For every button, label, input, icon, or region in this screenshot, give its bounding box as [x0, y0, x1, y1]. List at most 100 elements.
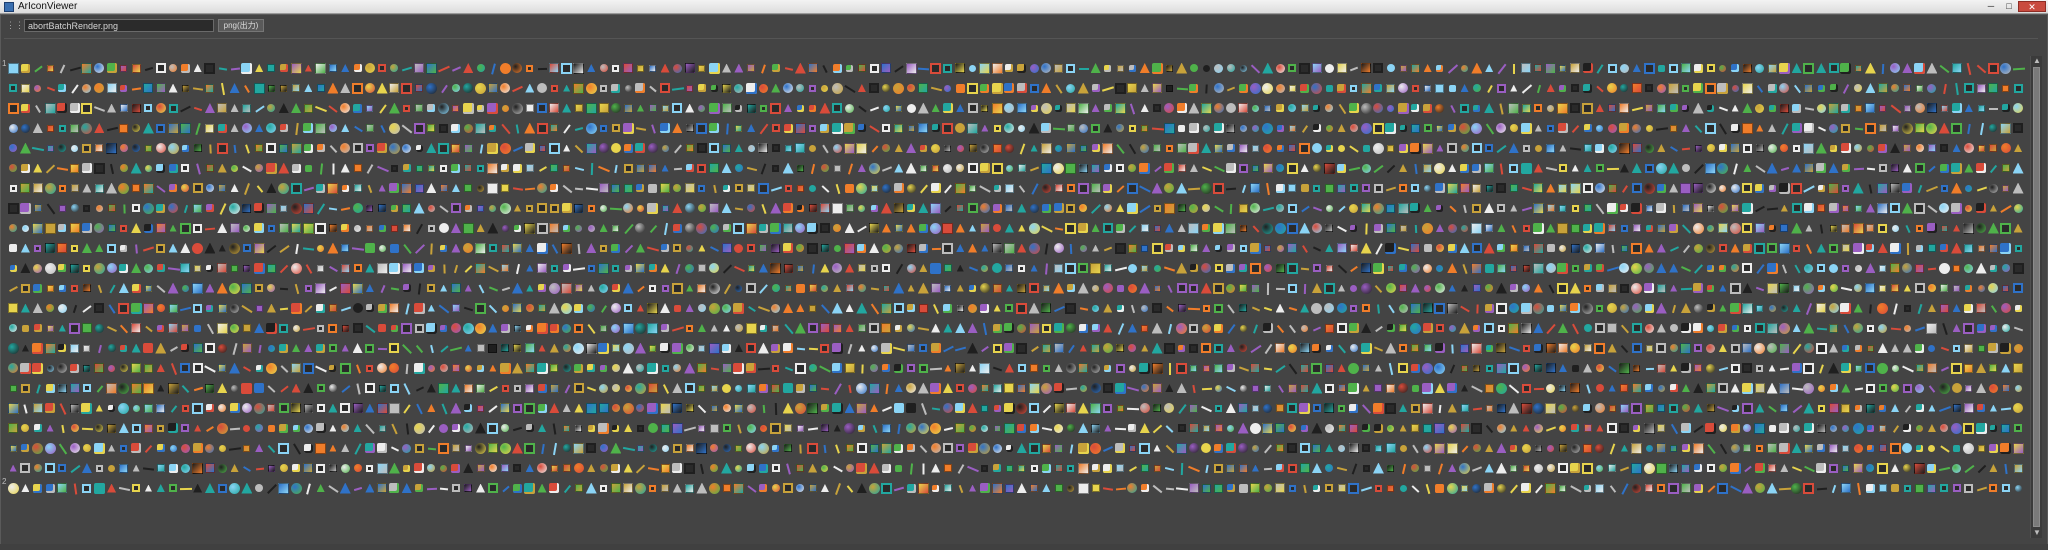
- tool-icon[interactable]: [870, 204, 878, 212]
- tool-icon[interactable]: [2013, 283, 2024, 293]
- tool-icon[interactable]: [992, 203, 1002, 213]
- tool-icon[interactable]: [1766, 322, 1778, 334]
- tool-icon[interactable]: [329, 364, 337, 372]
- tool-icon[interactable]: [979, 62, 991, 74]
- tool-icon[interactable]: [831, 202, 843, 214]
- tool-icon[interactable]: [71, 244, 79, 252]
- tool-icon[interactable]: [783, 303, 794, 313]
- tool-icon[interactable]: [1471, 143, 1482, 153]
- tool-icon[interactable]: [796, 424, 804, 432]
- tool-icon[interactable]: [143, 83, 154, 93]
- tool-icon[interactable]: [722, 83, 732, 93]
- tool-icon[interactable]: [1643, 182, 1655, 194]
- tool-icon[interactable]: [1570, 485, 1582, 493]
- tool-icon[interactable]: [205, 164, 214, 172]
- tool-icon[interactable]: [1534, 104, 1543, 112]
- tool-icon[interactable]: [1054, 364, 1063, 372]
- tool-icon[interactable]: [734, 324, 743, 332]
- tool-icon[interactable]: [933, 304, 940, 314]
- tool-icon[interactable]: [1964, 303, 1974, 313]
- tool-icon[interactable]: [1546, 244, 1555, 252]
- tool-icon[interactable]: [761, 163, 767, 175]
- tool-icon[interactable]: [1189, 323, 1199, 333]
- tool-icon[interactable]: [340, 103, 351, 113]
- tool-icon[interactable]: [919, 184, 928, 194]
- tool-icon[interactable]: [107, 224, 116, 232]
- tool-icon[interactable]: [1803, 185, 1816, 193]
- tool-icon[interactable]: [57, 303, 67, 313]
- tool-icon[interactable]: [1816, 327, 1827, 331]
- tool-icon[interactable]: [1042, 284, 1050, 292]
- tool-icon[interactable]: [1742, 183, 1753, 193]
- tool-icon[interactable]: [907, 124, 915, 132]
- tool-icon[interactable]: [487, 102, 499, 114]
- tool-icon[interactable]: [1251, 306, 1261, 312]
- tool-icon[interactable]: [401, 182, 413, 194]
- tool-icon[interactable]: [1692, 442, 1704, 454]
- tool-icon[interactable]: [156, 264, 165, 272]
- tool-icon[interactable]: [414, 63, 425, 73]
- tool-icon[interactable]: [525, 164, 534, 172]
- tool-icon[interactable]: [303, 247, 315, 251]
- tool-icon[interactable]: [1607, 343, 1617, 353]
- tool-icon[interactable]: [413, 302, 425, 314]
- tool-icon[interactable]: [1422, 222, 1434, 234]
- tool-icon[interactable]: [19, 202, 31, 214]
- tool-icon[interactable]: [1325, 244, 1334, 252]
- tool-icon[interactable]: [1201, 483, 1211, 493]
- tool-icon[interactable]: [513, 324, 521, 332]
- tool-icon[interactable]: [1964, 343, 1974, 353]
- tool-icon[interactable]: [1840, 286, 1852, 292]
- tool-icon[interactable]: [255, 304, 263, 312]
- tool-icon[interactable]: [1276, 144, 1284, 152]
- tool-icon[interactable]: [193, 303, 203, 313]
- tool-icon[interactable]: [550, 124, 559, 132]
- tool-icon[interactable]: [1117, 323, 1124, 335]
- tool-icon[interactable]: [1041, 443, 1051, 453]
- tool-icon[interactable]: [1495, 362, 1507, 374]
- tool-icon[interactable]: [1866, 324, 1874, 332]
- tool-icon[interactable]: [44, 342, 56, 354]
- tool-icon[interactable]: [1176, 487, 1189, 491]
- tool-icon[interactable]: [33, 204, 42, 212]
- tool-icon[interactable]: [1534, 64, 1543, 72]
- tool-icon[interactable]: [1460, 163, 1470, 173]
- tool-icon[interactable]: [526, 324, 534, 332]
- tool-icon[interactable]: [94, 63, 105, 73]
- tool-icon[interactable]: [709, 423, 719, 433]
- tool-icon[interactable]: [930, 62, 942, 74]
- tool-icon[interactable]: [82, 284, 91, 292]
- tool-icon[interactable]: [1374, 364, 1382, 372]
- tool-icon[interactable]: [58, 284, 66, 292]
- tool-icon[interactable]: [1915, 326, 1926, 332]
- tool-icon[interactable]: [59, 403, 67, 415]
- tool-icon[interactable]: [46, 284, 54, 292]
- tool-icon[interactable]: [204, 62, 216, 74]
- tool-icon[interactable]: [1594, 183, 1605, 193]
- tool-icon[interactable]: [353, 125, 363, 133]
- tool-icon[interactable]: [1842, 264, 1850, 272]
- tool-icon[interactable]: [1718, 344, 1727, 352]
- tool-icon[interactable]: [1767, 343, 1778, 353]
- tool-icon[interactable]: [587, 224, 595, 232]
- tool-icon[interactable]: [1718, 424, 1727, 432]
- tool-icon[interactable]: [1854, 104, 1862, 112]
- tool-icon[interactable]: [819, 102, 831, 114]
- tool-icon[interactable]: [242, 103, 252, 113]
- tool-icon[interactable]: [611, 404, 620, 412]
- tool-icon[interactable]: [1040, 162, 1052, 174]
- tool-icon[interactable]: [1054, 423, 1064, 433]
- tool-icon[interactable]: [1397, 246, 1410, 252]
- tool-icon[interactable]: [1571, 164, 1579, 172]
- tool-icon[interactable]: [1389, 362, 1394, 376]
- tool-icon[interactable]: [647, 362, 659, 374]
- tool-icon[interactable]: [1889, 442, 1901, 454]
- tool-icon[interactable]: [1706, 363, 1716, 373]
- tool-icon[interactable]: [279, 143, 289, 153]
- tool-icon[interactable]: [722, 343, 732, 353]
- tool-icon[interactable]: [1842, 184, 1850, 192]
- tool-icon[interactable]: [909, 463, 914, 475]
- tool-icon[interactable]: [819, 203, 830, 213]
- tool-icon[interactable]: [1472, 84, 1481, 92]
- tool-icon[interactable]: [1399, 184, 1408, 192]
